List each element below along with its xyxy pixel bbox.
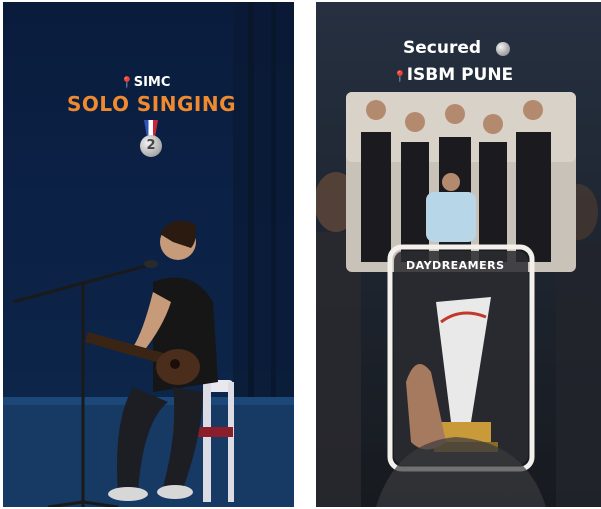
venue-text: ISBM PUNE — [406, 65, 514, 85]
solo-singing-photo: 📍SIMC SOLO SINGING 2 — [3, 2, 294, 507]
silver-medal-icon: 2 — [140, 135, 162, 157]
pin-icon: 📍 — [393, 70, 407, 83]
team-trophy-photo: Secured 📍ISBM PUNE DAYDREAMERS — [316, 2, 601, 507]
venue-label-isbm: 📍ISBM PUNE — [393, 65, 513, 85]
venue-label-simc: 📍SIMC — [120, 75, 170, 90]
silver-medal-icon — [496, 42, 510, 56]
secured-text: Secured — [403, 38, 482, 58]
event-title: SOLO SINGING — [67, 92, 236, 116]
venue-text: SIMC — [133, 75, 171, 90]
pin-icon: 📍 — [120, 76, 134, 89]
secured-label: Secured — [403, 38, 481, 58]
team-name-label: DAYDREAMERS — [406, 259, 505, 272]
